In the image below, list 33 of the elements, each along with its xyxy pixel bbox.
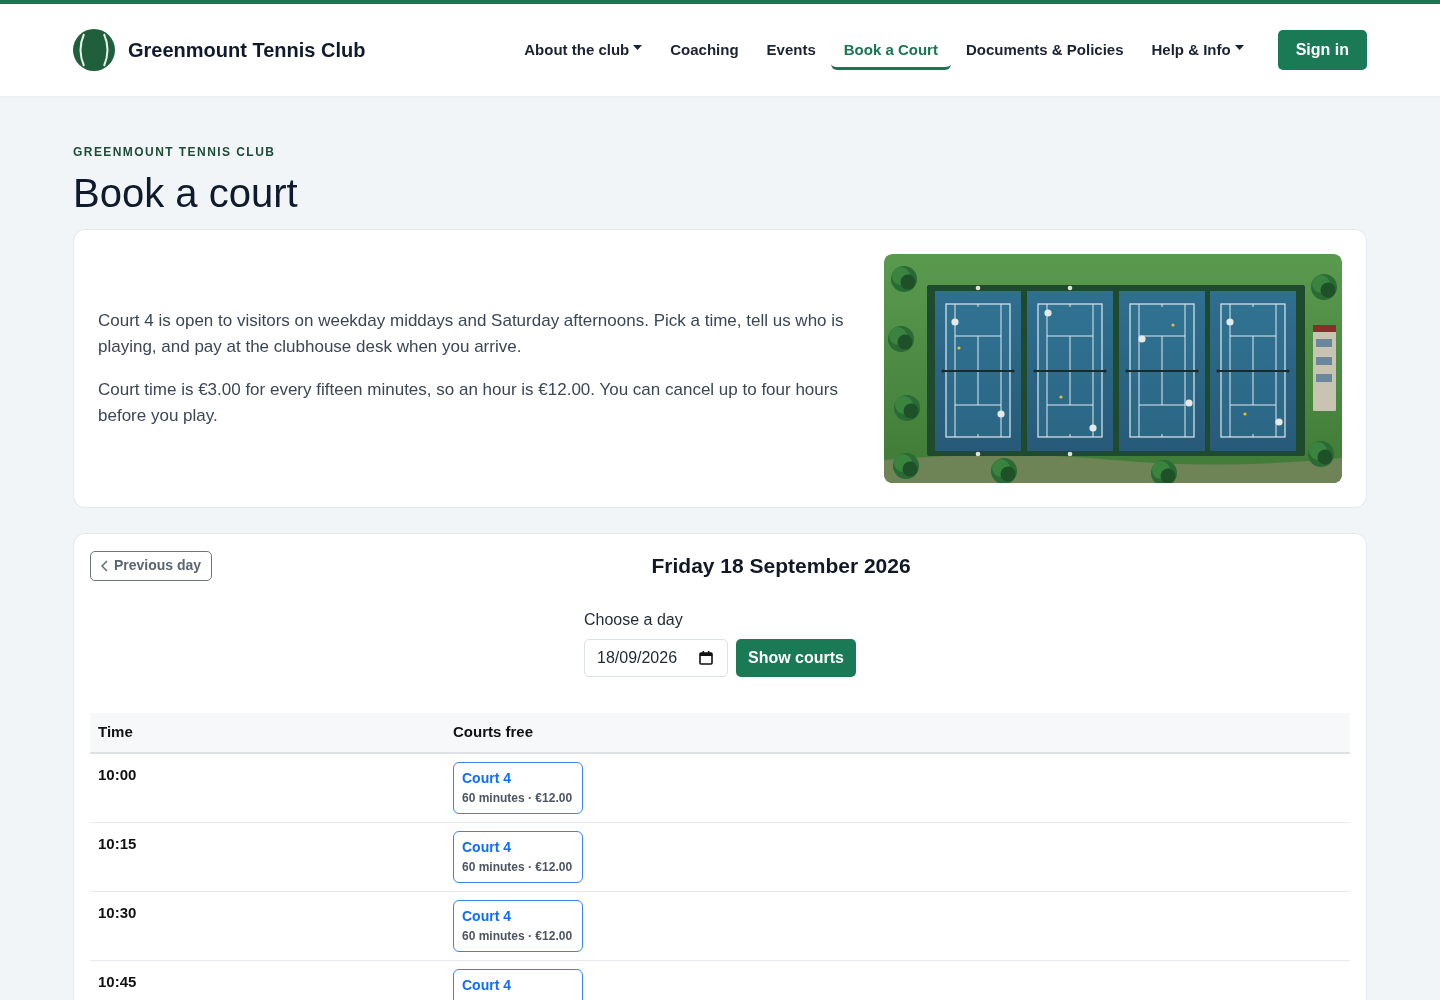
court-slot-button[interactable]: Court 4 60 minutes · €12.00	[453, 899, 583, 952]
intro-paragraph: Court time is €3.00 for every fifteen minutes, so an hour is €12.00. You can cancel up to four hours before you play.	[98, 379, 839, 427]
court-slot-button[interactable]: Court 4 60 minutes · €12.00	[453, 830, 583, 883]
date-field[interactable]: 18/09/2026	[584, 638, 728, 677]
sign-in-button[interactable]: Sign in	[1277, 30, 1367, 70]
column-header: Courts free	[453, 712, 1350, 753]
page-title: Book a court	[73, 170, 299, 217]
time-cell: 10:30	[90, 891, 453, 960]
nav-link[interactable]: Help & Info	[1138, 30, 1257, 70]
page-eyebrow: GREENMOUNT TENNIS CLUB	[73, 145, 277, 159]
time-cell: 10:00	[90, 752, 453, 822]
chevron-left-icon	[101, 559, 108, 572]
tennis-ball-icon	[73, 29, 115, 71]
nav-link[interactable]: Coaching	[657, 30, 752, 70]
selected-date-heading: Friday 18 September 2026	[651, 553, 911, 579]
time-cell: 10:15	[90, 822, 453, 891]
calendar-icon	[699, 650, 713, 665]
caret-icon	[1234, 45, 1244, 50]
column-header: Time	[90, 712, 453, 753]
date-label: Choose a day	[584, 609, 684, 630]
nav-link[interactable]: Documents & Policies	[952, 30, 1137, 70]
intro-paragraph: Court 4 is open to visitors on weekday middays and Saturday afternoons. Pick a time, tell us who is playing, and pay at the clubhouse desk when you arrive.	[98, 310, 845, 358]
nav-link[interactable]: About the club	[511, 30, 656, 70]
nav-link[interactable]: Events	[753, 30, 829, 70]
show-courts-button[interactable]: Show courts	[736, 638, 856, 677]
previous-day-button[interactable]: Previous day	[90, 550, 213, 581]
court-slot-button[interactable]: Court 4	[453, 968, 583, 1000]
brand-link[interactable]: Greenmount Tennis Club	[73, 29, 366, 71]
caret-icon	[633, 45, 643, 50]
nav-link[interactable]: Book a Court	[830, 30, 951, 70]
brand-name: Greenmount Tennis Club	[128, 38, 366, 63]
court-slot-button[interactable]: Court 4 60 minutes · €12.00	[453, 761, 583, 814]
time-cell: 10:45	[90, 960, 453, 1000]
